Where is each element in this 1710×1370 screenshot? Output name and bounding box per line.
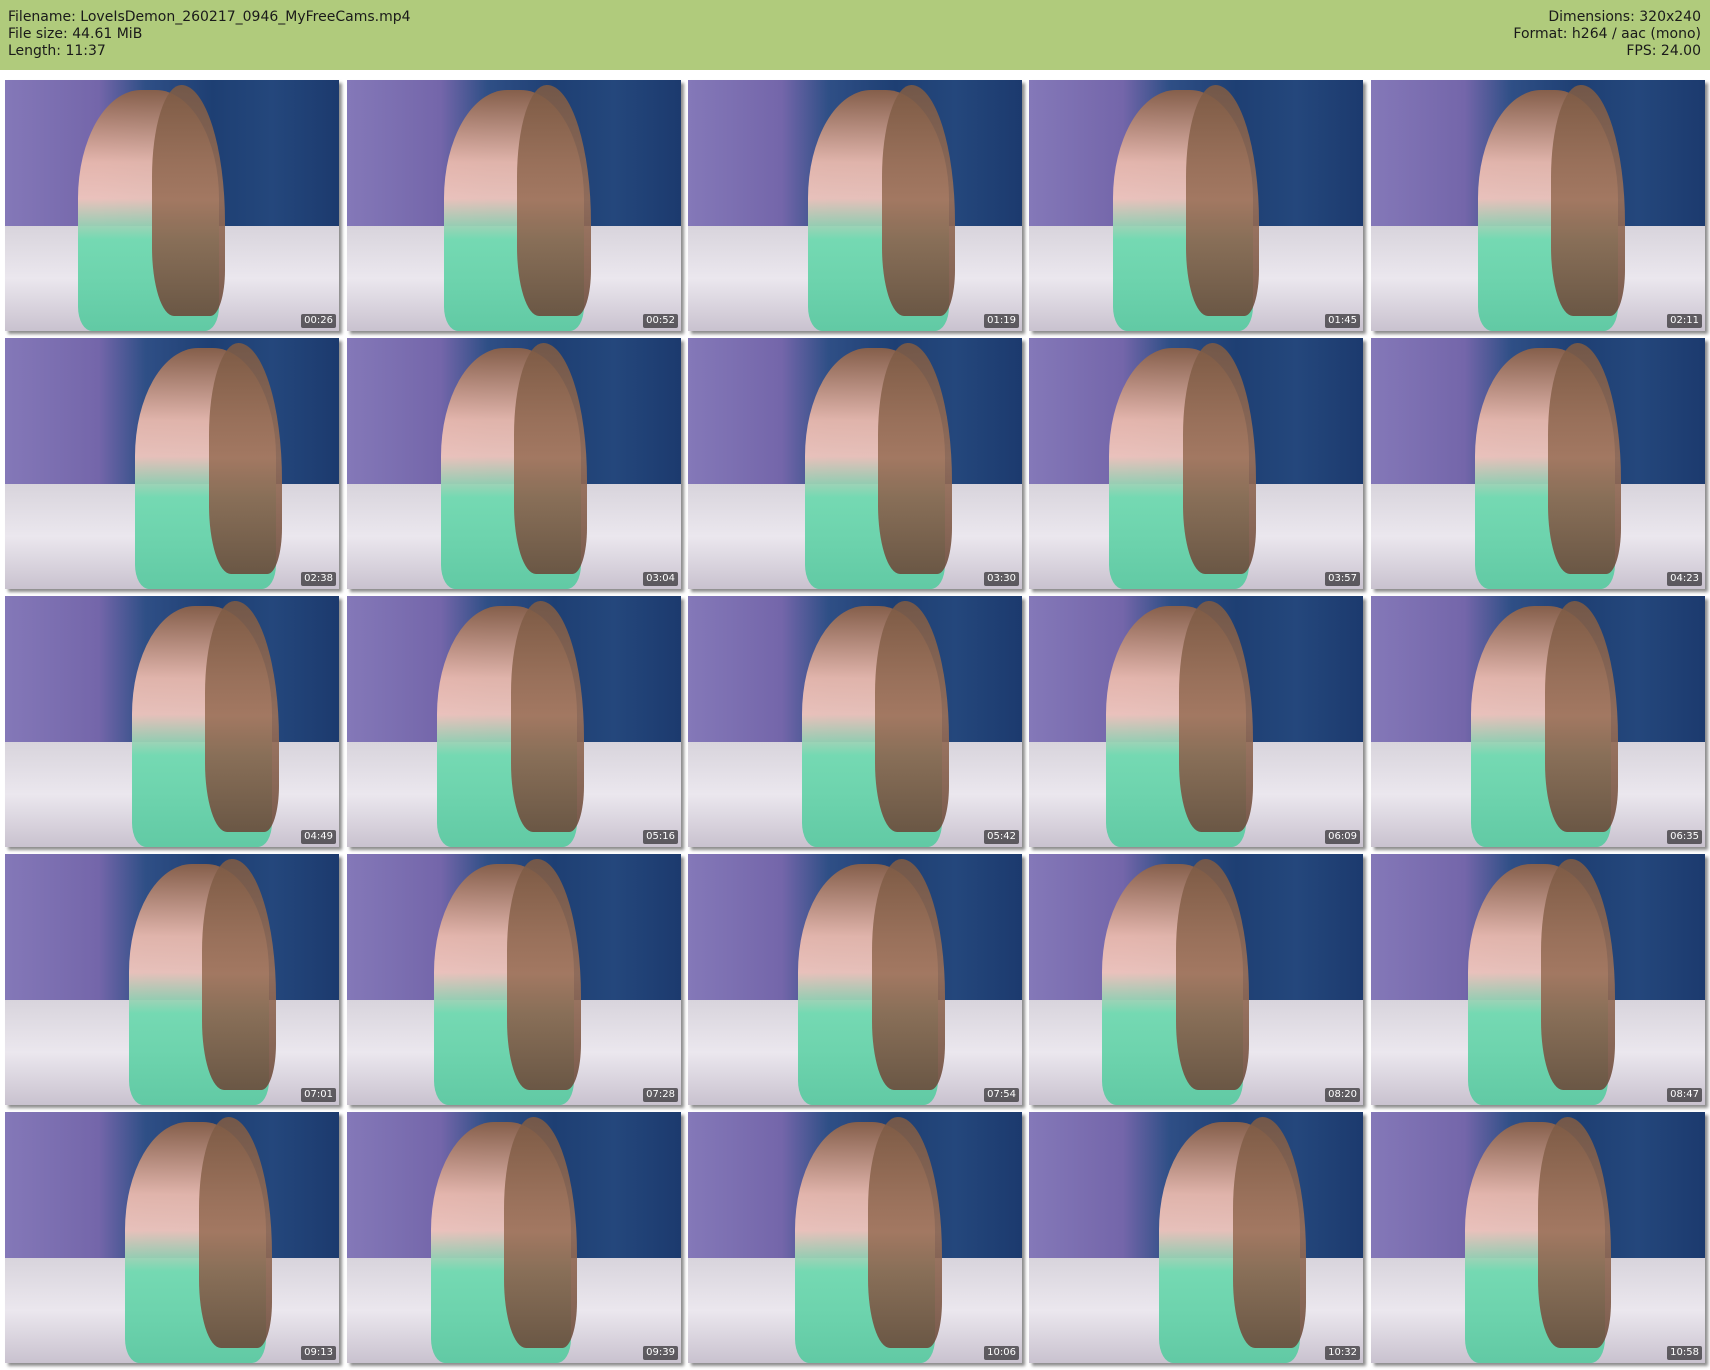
thumbnail-timestamp: 03:30 bbox=[984, 572, 1019, 586]
dimensions-text: Dimensions: 320x240 bbox=[1548, 9, 1701, 25]
video-thumbnail: 10:32 bbox=[1029, 1112, 1363, 1363]
video-thumbnail: 05:42 bbox=[688, 596, 1022, 847]
thumbnail-timestamp: 09:39 bbox=[643, 1346, 678, 1360]
thumbnail-timestamp: 06:35 bbox=[1667, 830, 1702, 844]
thumbnail-detail bbox=[1544, 601, 1619, 832]
info-header: Filename: LoveIsDemon_260217_0946_MyFree… bbox=[0, 0, 1710, 70]
thumbnail-timestamp: 00:52 bbox=[643, 314, 678, 328]
thumbnail-timestamp: 03:57 bbox=[1325, 572, 1360, 586]
video-thumbnail: 06:09 bbox=[1029, 596, 1363, 847]
thumbnail-detail bbox=[1182, 343, 1257, 574]
thumbnail-detail bbox=[202, 859, 276, 1090]
thumbnail-detail bbox=[151, 85, 226, 316]
thumbnail-detail bbox=[503, 1117, 578, 1348]
video-thumbnail: 04:23 bbox=[1371, 338, 1705, 589]
thumbnail-timestamp: 01:45 bbox=[1325, 314, 1360, 328]
video-thumbnail: 10:58 bbox=[1371, 1112, 1705, 1363]
thumbnail-timestamp: 02:38 bbox=[301, 572, 336, 586]
thumbnail-detail bbox=[878, 343, 952, 574]
file-info: Filename: LoveIsDemon_260217_0946_MyFree… bbox=[8, 9, 411, 60]
video-thumbnail: 00:52 bbox=[347, 80, 681, 331]
thumbnail-detail bbox=[205, 601, 279, 832]
thumbnail-timestamp: 10:32 bbox=[1325, 1346, 1360, 1360]
length-text: Length: 11:37 bbox=[8, 43, 106, 59]
thumbnail-detail bbox=[881, 85, 956, 316]
thumbnail-timestamp: 08:20 bbox=[1325, 1088, 1360, 1102]
thumbnail-timestamp: 06:09 bbox=[1325, 830, 1360, 844]
thumbnail-detail bbox=[868, 1117, 942, 1348]
thumbnail-detail bbox=[1548, 343, 1622, 574]
thumbnail-detail bbox=[510, 601, 585, 832]
video-thumbnail: 08:47 bbox=[1371, 854, 1705, 1105]
thumbnail-timestamp: 00:26 bbox=[301, 314, 336, 328]
thumbnail-timestamp: 07:54 bbox=[984, 1088, 1019, 1102]
media-info: Dimensions: 320x240 Format: h264 / aac (… bbox=[1513, 9, 1701, 60]
thumbnail-detail bbox=[198, 1117, 273, 1348]
thumbnail-detail bbox=[875, 601, 949, 832]
video-thumbnail: 04:49 bbox=[5, 596, 339, 847]
thumbnail-detail bbox=[514, 343, 588, 574]
filename-text: Filename: LoveIsDemon_260217_0946_MyFree… bbox=[8, 9, 411, 25]
thumbnail-detail bbox=[1541, 859, 1615, 1090]
fps-text: FPS: 24.00 bbox=[1626, 43, 1701, 59]
video-thumbnail: 07:28 bbox=[347, 854, 681, 1105]
video-thumbnail: 05:16 bbox=[347, 596, 681, 847]
thumbnail-detail bbox=[1538, 1117, 1612, 1348]
video-thumbnail: 09:39 bbox=[347, 1112, 681, 1363]
thumbnail-timestamp: 10:58 bbox=[1667, 1346, 1702, 1360]
video-thumbnail: 07:54 bbox=[688, 854, 1022, 1105]
thumbnail-timestamp: 05:16 bbox=[643, 830, 678, 844]
video-thumbnail: 03:04 bbox=[347, 338, 681, 589]
thumbnail-detail bbox=[208, 343, 283, 574]
thumbnail-timestamp: 07:01 bbox=[301, 1088, 336, 1102]
thumbnail-timestamp: 04:23 bbox=[1667, 572, 1702, 586]
format-text: Format: h264 / aac (mono) bbox=[1513, 26, 1701, 42]
thumbnail-detail bbox=[1185, 85, 1260, 316]
thumbnail-grid: 00:26 00:52 01:19 01:45 02:11 02:38 03:04 03:30… bbox=[0, 70, 1710, 1370]
thumbnail-detail bbox=[1175, 859, 1250, 1090]
thumbnail-timestamp: 07:28 bbox=[643, 1088, 678, 1102]
thumbnail-detail bbox=[517, 85, 591, 316]
thumbnail-timestamp: 04:49 bbox=[301, 830, 336, 844]
video-thumbnail: 02:11 bbox=[1371, 80, 1705, 331]
thumbnail-timestamp: 08:47 bbox=[1667, 1088, 1702, 1102]
video-thumbnail: 01:19 bbox=[688, 80, 1022, 331]
thumbnail-timestamp: 05:42 bbox=[984, 830, 1019, 844]
thumbnail-timestamp: 03:04 bbox=[643, 572, 678, 586]
video-thumbnail: 00:26 bbox=[5, 80, 339, 331]
video-thumbnail: 02:38 bbox=[5, 338, 339, 589]
thumbnail-detail bbox=[871, 859, 946, 1090]
filesize-text: File size: 44.61 MiB bbox=[8, 26, 143, 42]
video-thumbnail: 09:13 bbox=[5, 1112, 339, 1363]
thumbnail-timestamp: 09:13 bbox=[301, 1346, 336, 1360]
thumbnail-detail bbox=[1179, 601, 1253, 832]
video-thumbnail: 03:30 bbox=[688, 338, 1022, 589]
thumbnail-timestamp: 10:06 bbox=[984, 1346, 1019, 1360]
thumbnail-detail bbox=[507, 859, 581, 1090]
video-thumbnail: 03:57 bbox=[1029, 338, 1363, 589]
thumbnail-timestamp: 01:19 bbox=[984, 314, 1019, 328]
video-thumbnail: 07:01 bbox=[5, 854, 339, 1105]
video-thumbnail: 08:20 bbox=[1029, 854, 1363, 1105]
video-thumbnail: 01:45 bbox=[1029, 80, 1363, 331]
thumbnail-timestamp: 02:11 bbox=[1667, 314, 1702, 328]
thumbnail-detail bbox=[1551, 85, 1625, 316]
video-thumbnail: 06:35 bbox=[1371, 596, 1705, 847]
thumbnail-detail bbox=[1232, 1117, 1307, 1348]
video-thumbnail: 10:06 bbox=[688, 1112, 1022, 1363]
